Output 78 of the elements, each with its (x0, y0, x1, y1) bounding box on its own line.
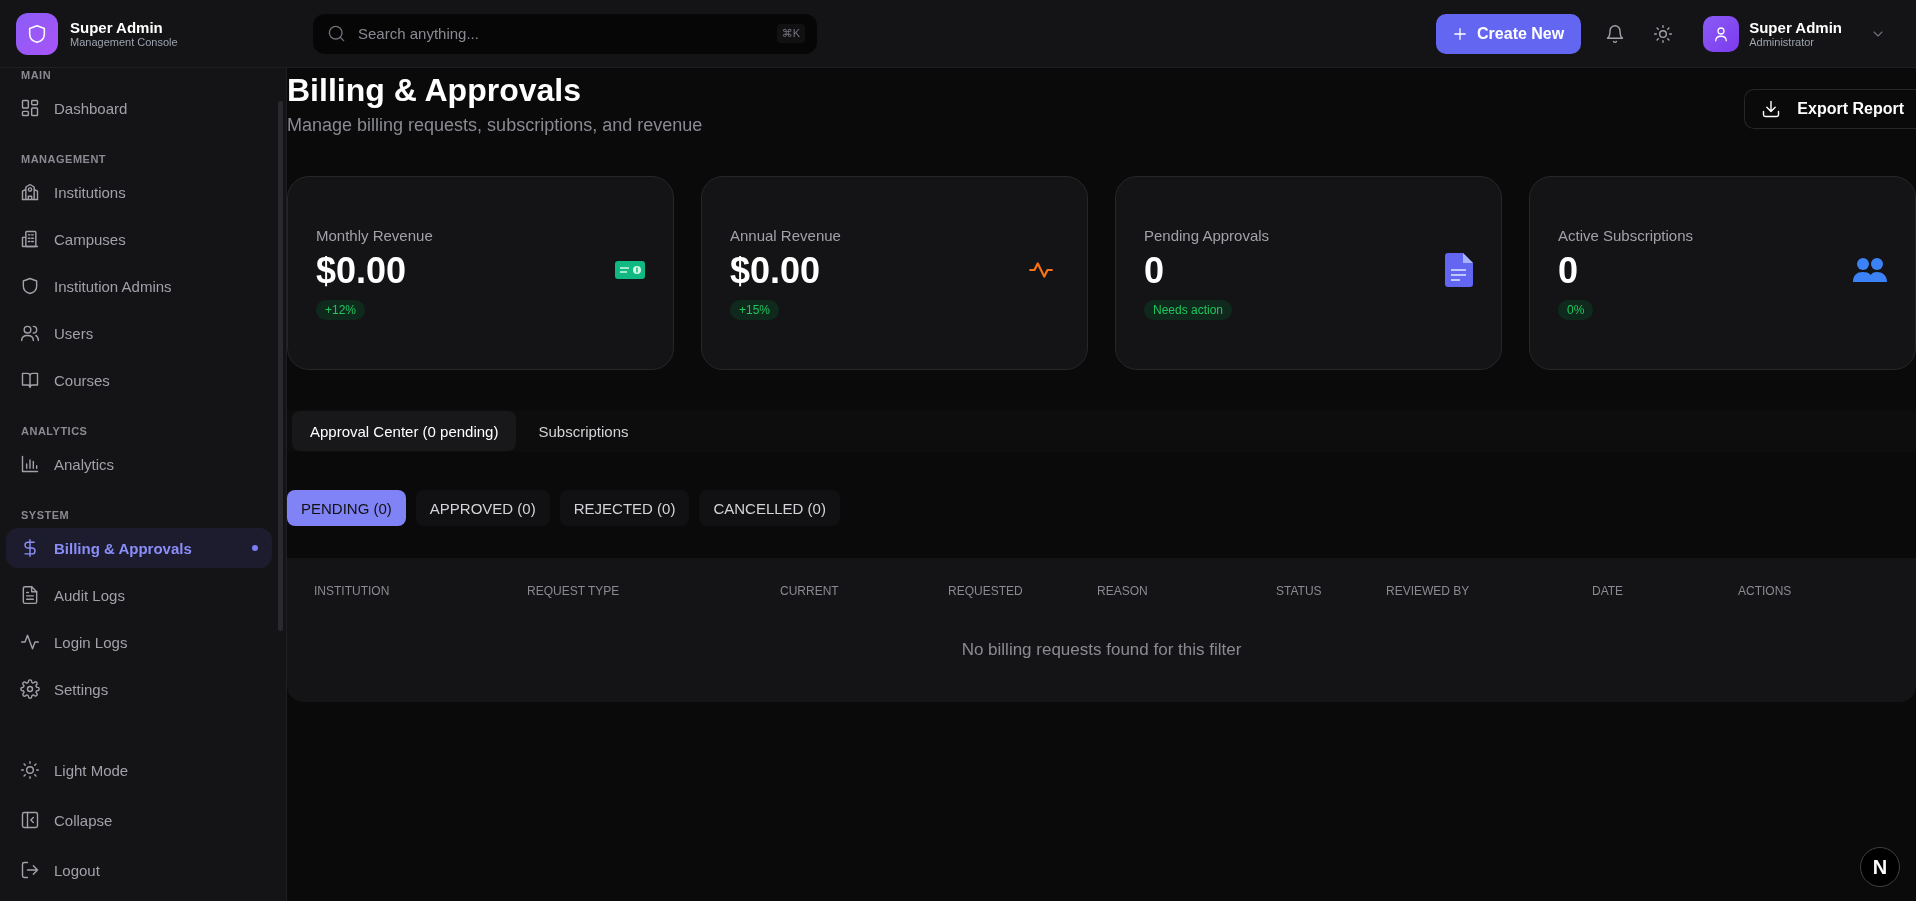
sun-icon (20, 760, 40, 780)
stat-label: Annual Revenue (730, 226, 841, 244)
pulse-icon (20, 632, 40, 652)
sun-icon (1653, 23, 1674, 44)
section-heading: MAIN (20, 68, 53, 82)
search-field[interactable]: Search anything... ⌘K (313, 13, 817, 54)
logout-icon (20, 860, 40, 880)
settings-icon (20, 679, 40, 699)
trend-badge: Needs action (1144, 299, 1233, 320)
column-header: REQUEST TYPE (527, 583, 621, 598)
book-icon (20, 370, 40, 390)
section-heading: MANAGEMENT (20, 152, 108, 166)
users-icon (20, 323, 40, 343)
nav-item[interactable]: Light Mode (6, 748, 272, 792)
nav-item[interactable]: Institution Admins (6, 266, 272, 306)
nav-item[interactable]: Courses (6, 360, 272, 400)
page-title: Billing & Approvals (287, 72, 582, 109)
nav-item[interactable]: Login Logs (6, 622, 272, 662)
building-icon (20, 229, 40, 249)
column-header: INSTITUTION (314, 583, 391, 598)
nav-item[interactable]: Settings (6, 669, 272, 709)
shield-icon (20, 276, 40, 296)
nav-item[interactable]: Logout (6, 848, 272, 892)
shield-icon (26, 22, 48, 45)
download-icon (1761, 99, 1782, 119)
school-icon (20, 182, 40, 202)
create-new-button[interactable]: Create New (1436, 13, 1582, 54)
tab[interactable]: Subscriptions (520, 411, 647, 451)
brand-title: Super Admin (70, 19, 164, 36)
column-header: REQUESTED (948, 583, 1024, 598)
document-icon (20, 585, 40, 605)
column-header: REVIEWED BY (1386, 583, 1471, 598)
stat-label: Active Subscriptions (1558, 226, 1694, 244)
search-icon (327, 24, 346, 43)
user-name: Super Admin (1749, 19, 1842, 36)
trend-badge: +15% (730, 299, 780, 320)
nav-item[interactable]: Collapse (6, 798, 272, 842)
nav-item[interactable]: Dashboard (6, 88, 272, 128)
stat-value: $0.00 (730, 249, 822, 292)
stat-value: 0 (1144, 249, 1166, 292)
column-header: STATUS (1276, 583, 1323, 598)
filter-button[interactable]: REJECTED (0) (559, 490, 690, 526)
shortcut-hint: ⌘K (776, 24, 805, 43)
user-avatar[interactable] (1703, 15, 1740, 52)
empty-message: No billing requests found for this filter (960, 640, 1243, 660)
trend-badge: +12% (316, 299, 366, 320)
brand-subtitle: Management Console (70, 36, 178, 48)
nav-item[interactable]: Institutions (6, 172, 272, 212)
stat-label: Monthly Revenue (316, 226, 433, 244)
user-role: Administrator (1749, 36, 1815, 48)
stat-value: 0 (1558, 249, 1580, 292)
bar-chart-icon (20, 454, 40, 474)
column-header: ACTIONS (1738, 583, 1793, 598)
notification-bell-icon (1605, 23, 1626, 44)
nav-item[interactable]: Analytics (6, 444, 272, 484)
filter-button[interactable]: CANCELLED (0) (699, 490, 840, 526)
section-heading: SYSTEM (20, 508, 71, 522)
scrollbar[interactable] (278, 101, 283, 631)
filter-button[interactable]: APPROVED (0) (415, 490, 550, 526)
grid-icon (20, 98, 40, 118)
column-header: REASON (1097, 583, 1149, 598)
nav-item[interactable]: Campuses (6, 219, 272, 259)
export-report-button[interactable]: Export Report (1744, 89, 1916, 129)
nav-item[interactable]: Audit Logs (6, 575, 272, 615)
stat-label: Pending Approvals (1144, 226, 1270, 244)
stat-value: $0.00 (316, 249, 408, 292)
trend-badge: 0% (1558, 299, 1594, 320)
filter-button[interactable]: PENDING (0) (287, 490, 406, 526)
column-header: CURRENT (780, 583, 840, 598)
page-subtitle: Manage billing requests, subscriptions, and revenue (287, 115, 703, 136)
dev-tools-badge[interactable]: N (1860, 847, 1900, 887)
tab[interactable]: Approval Center (0 pending) (292, 411, 517, 451)
panel-collapse-icon (20, 810, 40, 830)
search-input[interactable]: Search anything... (356, 24, 767, 43)
section-heading: ANALYTICS (20, 424, 89, 438)
nav-item[interactable]: Billing & Approvals (6, 528, 272, 568)
column-header: DATE (1592, 583, 1625, 598)
nav-item[interactable]: Users (6, 313, 272, 353)
